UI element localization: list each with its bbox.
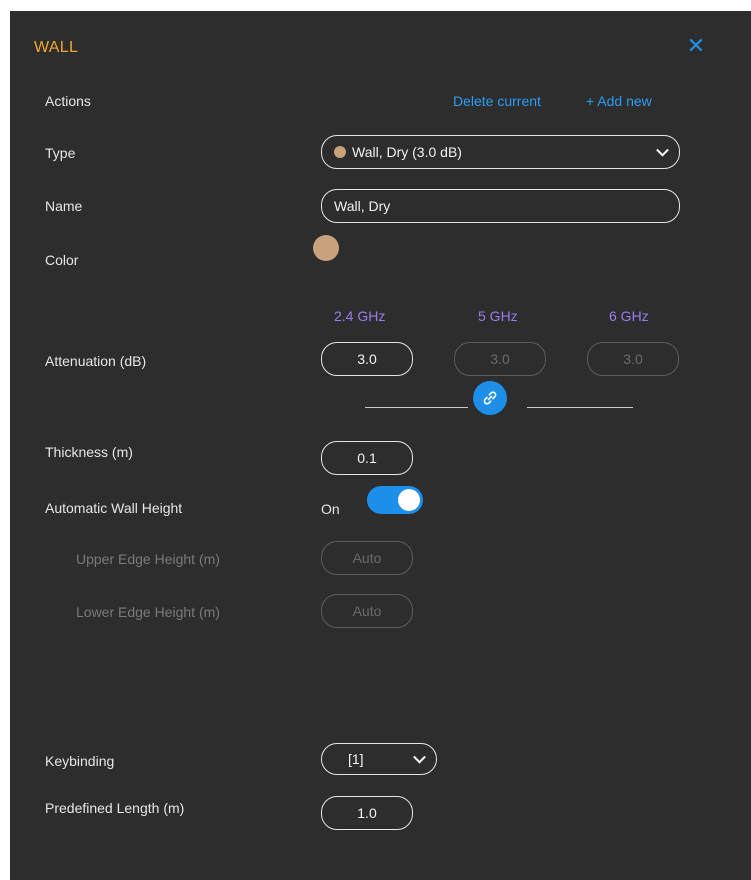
upper-edge-input: Auto bbox=[321, 541, 413, 575]
attenuation-5-value: 3.0 bbox=[490, 351, 510, 367]
panel-title: WALL bbox=[34, 39, 79, 56]
add-new-link[interactable]: + Add new bbox=[586, 93, 652, 109]
color-swatch[interactable] bbox=[313, 235, 339, 261]
name-input-value: Wall, Dry bbox=[334, 198, 391, 214]
link-line-left bbox=[365, 407, 468, 408]
lower-edge-value: Auto bbox=[352, 603, 382, 619]
attenuation-2-4-input[interactable]: 3.0 bbox=[321, 342, 413, 376]
predefined-length-value: 1.0 bbox=[357, 805, 377, 821]
toggle-knob bbox=[398, 489, 420, 511]
color-label: Color bbox=[45, 252, 79, 268]
thickness-value: 0.1 bbox=[357, 450, 377, 466]
lower-edge-input: Auto bbox=[321, 594, 413, 628]
auto-height-state: On bbox=[321, 501, 340, 517]
link-line-right bbox=[527, 407, 633, 408]
delete-current-link[interactable]: Delete current bbox=[453, 93, 541, 109]
auto-height-label: Automatic Wall Height bbox=[45, 500, 183, 516]
type-dropdown[interactable]: Wall, Dry (3.0 dB) bbox=[321, 135, 680, 169]
freq-2-4-label: 2.4 GHz bbox=[334, 308, 386, 324]
freq-5-label: 5 GHz bbox=[478, 308, 518, 324]
keybinding-label: Keybinding bbox=[45, 753, 115, 769]
predefined-length-input[interactable]: 1.0 bbox=[321, 796, 413, 830]
freq-6-label: 6 GHz bbox=[609, 308, 649, 324]
attenuation-2-4-value: 3.0 bbox=[357, 351, 377, 367]
chevron-down-icon bbox=[413, 750, 426, 764]
attenuation-6-value: 3.0 bbox=[623, 351, 643, 367]
thickness-label: Thickness (m) bbox=[45, 444, 133, 460]
chevron-down-icon bbox=[656, 143, 669, 157]
keybinding-value: [1] bbox=[348, 751, 364, 767]
name-input[interactable]: Wall, Dry bbox=[321, 189, 680, 223]
lower-edge-label: Lower Edge Height (m) bbox=[76, 604, 220, 620]
type-color-dot bbox=[334, 146, 346, 158]
upper-edge-value: Auto bbox=[352, 550, 382, 566]
link-icon[interactable] bbox=[473, 381, 507, 415]
keybinding-dropdown[interactable]: [1] bbox=[321, 743, 437, 775]
thickness-input[interactable]: 0.1 bbox=[321, 441, 413, 475]
type-dropdown-value: Wall, Dry (3.0 dB) bbox=[352, 144, 462, 160]
attenuation-5-input: 3.0 bbox=[454, 342, 546, 376]
upper-edge-label: Upper Edge Height (m) bbox=[76, 551, 220, 567]
close-icon[interactable]: ✕ bbox=[685, 35, 707, 57]
auto-height-toggle[interactable] bbox=[367, 486, 423, 514]
attenuation-label: Attenuation (dB) bbox=[45, 353, 147, 369]
attenuation-6-input: 3.0 bbox=[587, 342, 679, 376]
predefined-length-label: Predefined Length (m) bbox=[45, 800, 185, 816]
actions-label: Actions bbox=[45, 93, 91, 109]
name-label: Name bbox=[45, 198, 83, 214]
type-label: Type bbox=[45, 145, 76, 161]
